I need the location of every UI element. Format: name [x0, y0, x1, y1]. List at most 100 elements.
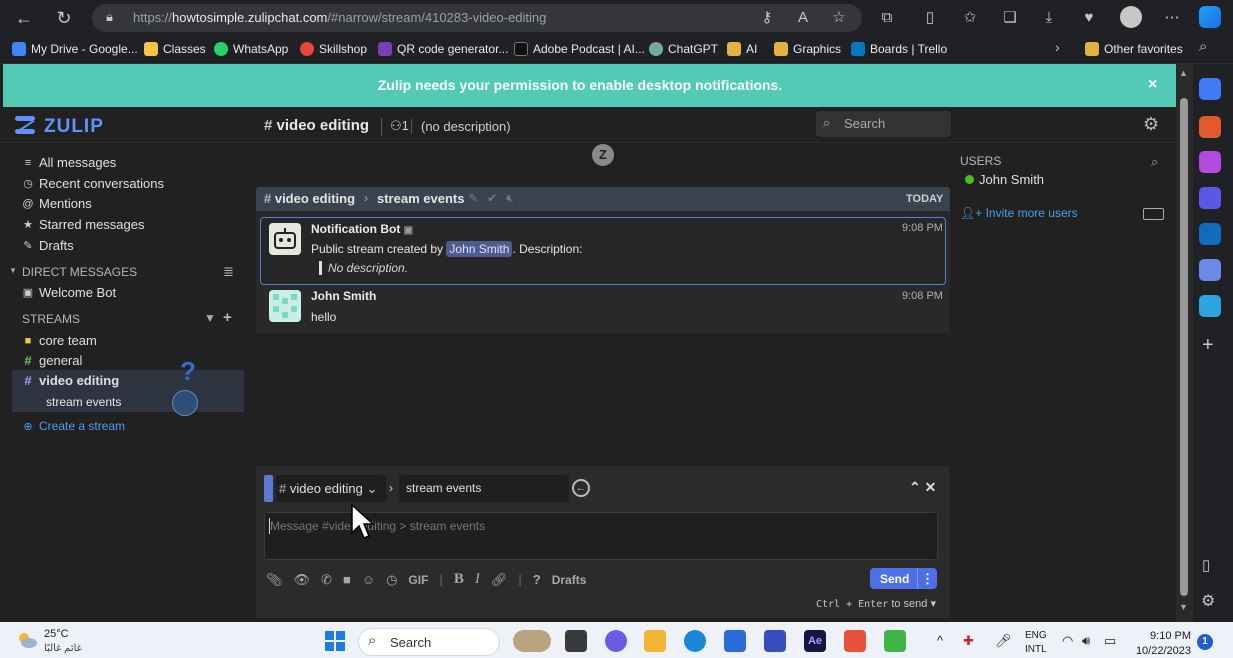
taskbar-app-icon[interactable] — [764, 630, 786, 652]
show-hidden-icons[interactable]: ^ — [937, 633, 943, 648]
create-stream-link[interactable]: ⊕ Create a stream — [22, 419, 125, 433]
taskbar-teams-icon[interactable] — [605, 630, 627, 652]
sidebar-add-icon[interactable]: + — [1202, 334, 1214, 357]
taskbar-store-icon[interactable] — [724, 630, 746, 652]
taskbar-terminal-icon[interactable] — [565, 630, 587, 652]
scroll-down-icon[interactable]: ▼ — [1179, 602, 1188, 612]
sidebar-settings-icon[interactable]: ⚙ — [1201, 591, 1215, 611]
taskbar-after-effects-icon[interactable]: Ae — [804, 630, 826, 652]
nav-starred-messages[interactable]: ★ Starred messages — [22, 217, 144, 232]
sidebar-outlook-icon[interactable] — [1199, 223, 1221, 245]
sidebar-drop-icon[interactable] — [1199, 295, 1221, 317]
send-shortcut-hint[interactable]: Ctrl + Enter to send ▾ — [816, 597, 936, 610]
clock[interactable]: 9:10 PM 10/22/2023 — [1135, 629, 1191, 658]
language-indicator[interactable]: ENG INTL — [1025, 629, 1047, 657]
performance-icon[interactable]: ♥ — [1077, 6, 1101, 30]
message-time[interactable]: 9:08 PM — [902, 290, 943, 302]
sidebar-games-icon[interactable] — [1199, 151, 1221, 173]
user-john-smith[interactable]: John Smith — [979, 172, 1044, 187]
send-options-icon[interactable]: ⋮ — [917, 568, 937, 589]
taskbar-camtasia-recorder-icon[interactable] — [884, 630, 906, 652]
settings-gear-icon[interactable]: ⚙ — [1143, 114, 1159, 135]
extensions-icon[interactable]: ⧉ — [875, 6, 899, 30]
time-icon[interactable]: ◷ — [386, 572, 397, 588]
bookmark-qr-generator[interactable]: QR code generator... — [378, 40, 508, 58]
help-icon[interactable]: ? — [533, 572, 541, 587]
italic-icon[interactable]: I — [475, 571, 480, 588]
reload-icon[interactable]: ↻ — [52, 6, 76, 30]
windows-start-icon[interactable] — [325, 631, 345, 651]
video-call-icon[interactable]: ■ — [343, 572, 351, 587]
subscriber-count[interactable]: ⚇1 — [381, 118, 409, 136]
weather-cloud-icon[interactable] — [16, 631, 38, 649]
bookmark-trello[interactable]: Boards | Trello — [851, 40, 947, 58]
read-aloud-icon[interactable]: A — [791, 6, 815, 30]
favorites-icon[interactable]: ✩ — [958, 6, 982, 30]
sidebar-search-icon[interactable]: ⌕ — [1199, 38, 1207, 55]
volume-icon[interactable]: 🔊︎ — [1082, 633, 1090, 649]
nav-mentions[interactable]: @ Mentions — [22, 196, 91, 211]
notification-badge[interactable]: 1 — [1197, 634, 1213, 650]
stream-general[interactable]: # general — [22, 353, 82, 368]
bookmark-whatsapp[interactable]: WhatsApp — [214, 40, 288, 58]
collections-icon[interactable]: ❏ — [998, 6, 1022, 30]
close-icon[interactable]: ✕ — [925, 479, 937, 495]
tray-app-icon[interactable]: ✚ — [963, 633, 974, 649]
back-icon[interactable]: ← — [12, 6, 36, 30]
bookmark-other-favorites[interactable]: Other favorites — [1085, 40, 1183, 58]
sidebar-designer-icon[interactable] — [1199, 259, 1221, 281]
banner-close-icon[interactable]: × — [1148, 76, 1157, 94]
edit-topic-icon[interactable]: ✎ — [468, 191, 487, 205]
filter-icon[interactable]: ▼ — [204, 311, 216, 325]
collapse-dm-icon[interactable]: ▼ — [9, 266, 17, 275]
banner-text[interactable]: Zulip needs your permission to enable de… — [0, 77, 1160, 93]
scrollbar-thumb[interactable] — [1180, 98, 1188, 596]
taskbar-camtasia-icon[interactable] — [844, 630, 866, 652]
key-icon[interactable]: ⚷ — [755, 6, 779, 30]
streams-section-header[interactable]: STREAMS — [22, 312, 80, 326]
chevron-right-icon[interactable]: › — [1055, 39, 1060, 55]
bookmark-skillshop[interactable]: Skillshop — [300, 40, 367, 58]
compose-stream-label[interactable]: # video editing ⌄ — [279, 481, 377, 497]
keyboard-shortcuts-icon[interactable] — [1143, 208, 1164, 220]
message-sender[interactable]: Notification Bot ▣ — [311, 222, 413, 236]
voice-call-icon[interactable]: ✆ — [321, 572, 332, 588]
taskbar-file-explorer-icon[interactable] — [644, 630, 666, 652]
nav-drafts[interactable]: ✎ Drafts — [22, 238, 73, 253]
drafts-button[interactable]: Drafts — [552, 573, 587, 587]
weather-temperature[interactable]: 25°C — [44, 628, 69, 640]
recipient-stream[interactable]: # video editing — [264, 191, 355, 206]
nav-recent-conversations[interactable]: ◷ Recent conversations — [22, 176, 164, 191]
sidebar-tools-icon[interactable] — [1199, 116, 1221, 138]
john-smith-avatar[interactable] — [269, 290, 301, 322]
attach-file-icon[interactable]: 📎︎ — [266, 572, 283, 588]
taskbar-widget-icon[interactable] — [513, 630, 551, 652]
dm-section-header[interactable]: DIRECT MESSAGES — [22, 265, 137, 279]
notification-bot-avatar[interactable] — [269, 223, 301, 255]
more-menu-icon[interactable]: ⋯ — [1160, 6, 1184, 30]
user-mention[interactable]: John Smith — [446, 241, 513, 257]
downloads-icon[interactable]: ⤓ — [1037, 6, 1061, 30]
resolve-topic-icon[interactable]: ✔ — [487, 191, 506, 205]
bookmark-adobe-podcast[interactable]: Adobe Podcast | AI... — [514, 40, 645, 58]
microphone-icon[interactable]: 🎤︎ — [995, 633, 1012, 649]
stream-video-editing[interactable]: # video editing — [22, 373, 119, 388]
favorite-star-icon[interactable]: ☆ — [827, 6, 851, 30]
scroll-up-icon[interactable]: ▲ — [1179, 68, 1188, 78]
bold-icon[interactable]: B — [454, 571, 464, 588]
bookmark-my-drive[interactable]: My Drive - Google... — [12, 40, 138, 58]
lock-icon[interactable]: 🔒︎ — [106, 9, 113, 25]
sidebar-app-icon[interactable] — [1199, 78, 1221, 100]
add-stream-icon[interactable]: + — [223, 309, 232, 326]
bookmark-chatgpt[interactable]: ChatGPT — [649, 40, 718, 58]
bookmark-ai[interactable]: AI — [727, 40, 757, 58]
zulip-logo-icon[interactable] — [14, 114, 36, 136]
profile-avatar[interactable] — [1120, 6, 1142, 28]
copilot-icon[interactable] — [1199, 6, 1221, 28]
header-stream-name[interactable]: # video editing — [264, 117, 369, 134]
expand-icon[interactable]: ⌃ — [909, 479, 921, 495]
nav-all-messages[interactable]: ≡ All messages — [22, 155, 117, 170]
split-screen-icon[interactable]: ▯ — [918, 6, 942, 30]
link-icon[interactable]: 🔗︎ — [491, 572, 508, 588]
stream-core-team[interactable]: ■ core team — [22, 333, 97, 348]
